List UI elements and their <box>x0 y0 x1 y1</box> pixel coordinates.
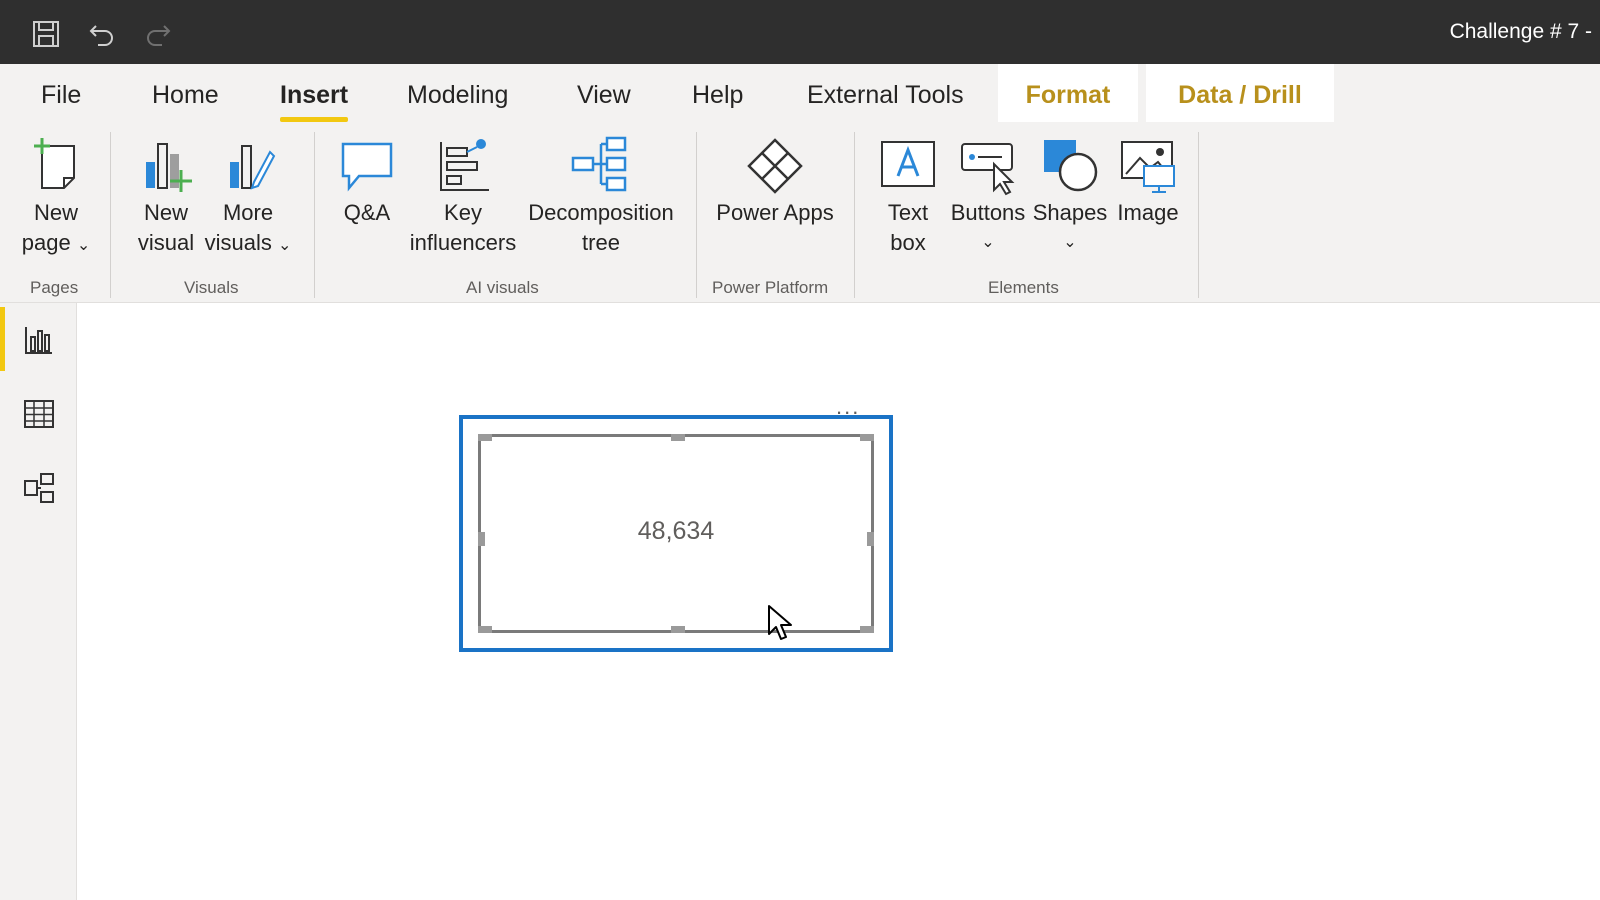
chevron-down-icon: ⌄ <box>981 234 995 251</box>
group-label-ai-visuals: AI visuals <box>466 278 539 297</box>
model-view-button[interactable] <box>0 451 76 523</box>
group-label-power-platform: Power Platform <box>712 278 829 297</box>
redo-icon[interactable] <box>142 18 174 50</box>
tab-view[interactable]: View <box>577 64 631 122</box>
report-view-button[interactable] <box>0 303 76 375</box>
card-visual-frame: 48,634 <box>478 434 874 633</box>
shapes-button[interactable]: Shapes ⌄ <box>1030 134 1110 258</box>
ribbon-tabs: File Home Insert Modeling View Help Exte… <box>0 64 1600 126</box>
view-switcher <box>0 303 77 900</box>
more-visuals-label-1: More <box>222 200 274 225</box>
tab-home[interactable]: Home <box>152 64 219 122</box>
key-influencers-label-1: Key <box>444 200 482 225</box>
group-divider <box>314 132 315 298</box>
tab-format[interactable]: Format <box>998 64 1138 122</box>
data-view-button[interactable] <box>0 377 76 449</box>
new-visual-label-2: visual <box>137 230 195 255</box>
decomposition-tree-button[interactable]: Decomposition tree <box>522 134 680 258</box>
report-icon <box>25 327 52 354</box>
tab-file[interactable]: File <box>41 64 81 122</box>
power-apps-label: Power Apps <box>716 200 834 225</box>
chevron-down-icon: ⌄ <box>277 237 292 254</box>
group-label-pages: Pages <box>30 278 79 297</box>
group-divider <box>1198 132 1199 298</box>
chevron-down-icon: ⌄ <box>76 237 91 254</box>
save-icon[interactable] <box>30 18 62 50</box>
decomposition-tree-icon <box>571 136 627 192</box>
qa-icon <box>341 142 393 192</box>
text-box-icon <box>881 141 935 187</box>
tab-external-tools[interactable]: External Tools <box>807 64 964 122</box>
qa-button[interactable]: Q&A <box>332 134 402 228</box>
text-box-label-1: Text <box>887 200 929 225</box>
window-title: Challenge # 7 - <box>1449 20 1592 43</box>
image-icon <box>1121 141 1175 193</box>
text-box-button[interactable]: Text box <box>870 134 946 258</box>
tab-modeling[interactable]: Modeling <box>407 64 508 122</box>
new-visual-icon <box>146 143 192 192</box>
new-page-icon <box>34 138 75 189</box>
more-visuals-icon <box>230 145 276 190</box>
tab-data-drill[interactable]: Data / Drill <box>1146 64 1334 122</box>
image-label: Image <box>1117 200 1179 225</box>
more-visuals-label-2: visuals <box>204 230 272 255</box>
card-visual[interactable]: 48,634 <box>459 415 893 652</box>
title-bar: Challenge # 7 - <box>0 0 1600 64</box>
decomposition-tree-label-2: tree <box>582 230 620 255</box>
resize-handle[interactable] <box>860 626 874 633</box>
new-page-label-1: New <box>33 200 78 225</box>
buttons-button[interactable]: Buttons ⌄ <box>948 134 1028 258</box>
key-influencers-label-2: influencers <box>409 230 517 255</box>
qa-label: Q&A <box>343 200 391 225</box>
key-influencers-icon <box>440 139 489 191</box>
new-page-button[interactable]: New page ⌄ <box>16 134 96 261</box>
buttons-label: Buttons <box>950 200 1026 225</box>
card-value: 48,634 <box>637 517 715 545</box>
new-visual-button[interactable]: New visual <box>128 134 204 258</box>
buttons-icon <box>961 143 1015 196</box>
model-icon <box>24 473 54 503</box>
group-label-visuals: Visuals <box>184 278 239 297</box>
group-label-elements: Elements <box>988 278 1059 297</box>
data-table-icon <box>24 400 54 428</box>
power-apps-button[interactable]: Power Apps <box>712 134 838 228</box>
more-visuals-button[interactable]: More visuals ⌄ <box>204 134 292 261</box>
new-page-label-2: page <box>21 230 71 255</box>
image-button[interactable]: Image <box>1110 134 1186 228</box>
group-divider <box>110 132 111 298</box>
power-apps-icon <box>747 138 803 194</box>
group-divider <box>696 132 697 298</box>
resize-handle[interactable] <box>671 626 685 633</box>
chevron-down-icon: ⌄ <box>1063 234 1077 251</box>
text-box-label-2: box <box>890 230 926 255</box>
shapes-label: Shapes <box>1032 200 1108 225</box>
new-visual-label-1: New <box>143 200 188 225</box>
shapes-icon <box>1044 140 1098 192</box>
key-influencers-button[interactable]: Key influencers <box>404 134 522 258</box>
undo-icon[interactable] <box>86 18 118 50</box>
ribbon-insert: New page ⌄ Pages New visual More visuals… <box>0 126 1600 303</box>
mouse-cursor-icon <box>768 605 792 640</box>
resize-handle[interactable] <box>478 434 492 441</box>
tab-insert[interactable]: Insert <box>280 64 349 122</box>
group-divider <box>854 132 855 298</box>
resize-handle[interactable] <box>860 434 874 441</box>
resize-handle[interactable] <box>478 626 492 633</box>
tab-help[interactable]: Help <box>692 64 743 122</box>
resize-handle[interactable] <box>671 434 685 441</box>
decomposition-tree-label-1: Decomposition <box>528 200 674 225</box>
